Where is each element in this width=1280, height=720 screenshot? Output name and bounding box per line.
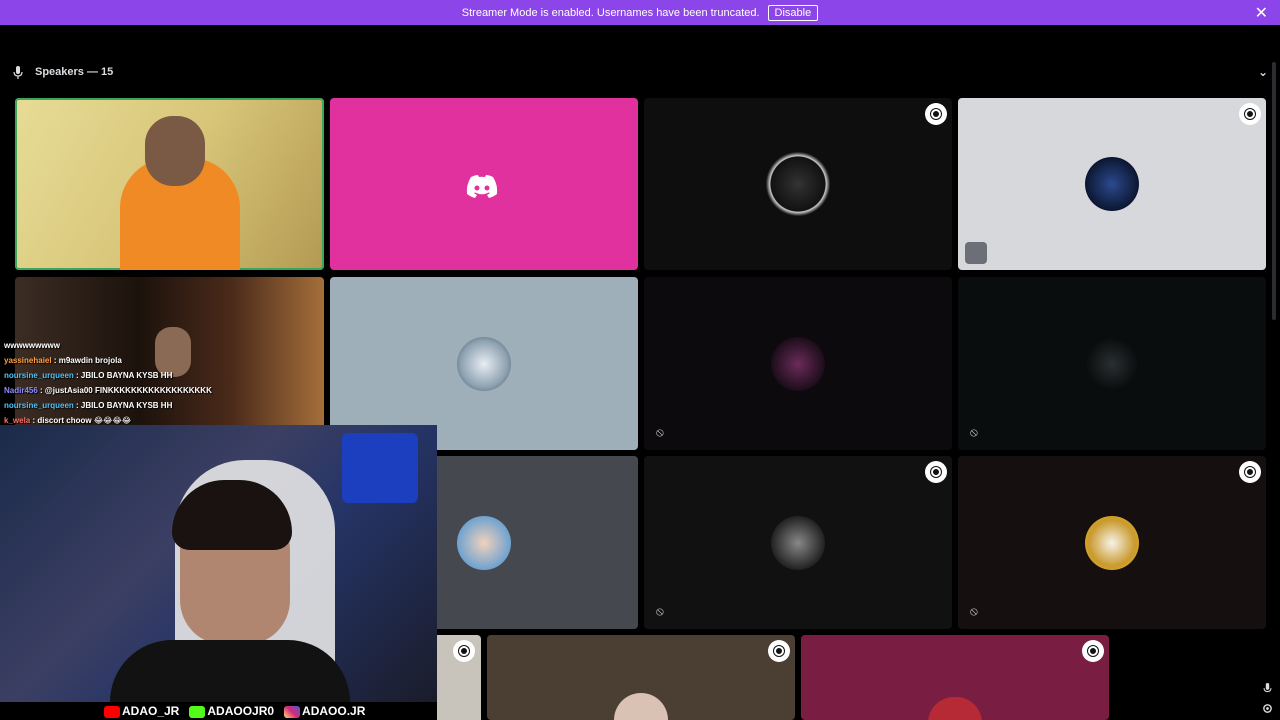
jersey: [342, 433, 418, 503]
muted-icon: ⦸: [970, 425, 978, 439]
chat-message: : JBILO BAYNA KYSB HH: [76, 371, 173, 380]
chat-username: noursine_urqueen: [4, 371, 74, 380]
tile-goodnight-avatar[interactable]: [958, 98, 1266, 270]
avatar: [1085, 515, 1139, 570]
social-handles: ADAO_JR ADAOOJR0 ADAOO.JR: [104, 702, 365, 720]
chat-username: noursine_urqueen: [4, 401, 74, 410]
muted-icon: ⦸: [656, 425, 664, 439]
avatar: [614, 693, 668, 720]
chat-line: noursine_urqueen : JBILO BAYNA KYSB HH: [0, 398, 330, 413]
tile-spiderweb-avatar[interactable]: [644, 98, 952, 270]
chat-username: yassinehaiel: [4, 356, 52, 365]
discord-logo-icon: [466, 175, 498, 198]
speakers-header: Speakers — 15 ⌄: [0, 62, 1280, 84]
tile-football-avatar[interactable]: ⦸: [958, 456, 1266, 629]
disable-streamer-mode-button[interactable]: Disable: [767, 4, 819, 21]
avatar: [771, 336, 825, 391]
camera-hidden-icon[interactable]: [965, 242, 987, 264]
muted-icon: ⦸: [970, 604, 978, 618]
microphone-icon: [13, 66, 23, 79]
stream-chat-overlay: wwwwwwwww yassinehaiel : m9awdin brojola…: [0, 338, 330, 428]
speakers-title: Speakers — 15: [35, 66, 114, 78]
chat-message: : discort choow 😂😂😂😂: [32, 416, 132, 425]
streamer-webcam-overlay: [0, 425, 437, 702]
microphone-icon[interactable]: [1263, 683, 1272, 695]
server-badge-icon: [453, 640, 475, 662]
chat-line: yassinehaiel : m9awdin brojola: [0, 353, 330, 368]
tile-night-avatar[interactable]: ⦸: [644, 277, 952, 450]
instagram-handle: ADAOO.JR: [284, 704, 365, 718]
tile-partial-left[interactable]: [437, 635, 481, 720]
avatar: [928, 697, 982, 720]
chat-line: noursine_urqueen : JBILO BAYNA KYSB HH: [0, 368, 330, 383]
avatar: [1085, 336, 1139, 391]
chat-line: wwwwwwwww: [0, 338, 330, 353]
chat-message: : JBILO BAYNA KYSB HH: [76, 401, 173, 410]
streamer-mode-banner: Streamer Mode is enabled. Usernames have…: [0, 0, 1280, 25]
instagram-handle-text: ADAOO.JR: [302, 704, 366, 718]
server-badge-icon: [925, 103, 947, 125]
server-badge-icon: [1082, 640, 1104, 662]
avatar: [771, 515, 825, 570]
chat-username: k_wela: [4, 416, 31, 425]
muted-icon: ⦸: [656, 604, 664, 618]
video-feed-head: [145, 116, 205, 186]
avatar: [1085, 157, 1139, 211]
avatar: [766, 152, 830, 216]
chat-line: Nadir456 : @justAsia00 FINKKKKKKKKKKKKKK…: [0, 383, 330, 398]
chat-username: Nadir456: [4, 386, 38, 395]
server-badge-icon: [1239, 461, 1261, 483]
kick-handle-text: ADAOOJR0: [207, 704, 275, 718]
chat-message: : m9awdin brojola: [53, 356, 122, 365]
instagram-icon: [284, 705, 301, 718]
person-body: [110, 640, 350, 702]
chat-message: wwwwwwwww: [4, 341, 61, 350]
tile-webcam-streamer[interactable]: [15, 98, 324, 270]
youtube-handle-text: ADAO_JR: [122, 704, 180, 718]
scrollbar[interactable]: [1272, 62, 1276, 320]
tile-mav-avatar[interactable]: ⦸: [958, 277, 1266, 450]
avatar: [457, 336, 511, 391]
kick-handle: ADAOOJR0: [189, 704, 274, 718]
close-icon[interactable]: ✕: [1255, 3, 1268, 23]
tile-discord-default[interactable]: [330, 98, 638, 270]
avatar: [457, 515, 511, 570]
chat-message: : @justAsia00 FINKKKKKKKKKKKKKKKKKK: [40, 386, 212, 395]
server-badge-icon: [925, 461, 947, 483]
tile-maroon-avatar[interactable]: [801, 635, 1109, 720]
youtube-icon: [104, 705, 120, 718]
chevron-down-icon[interactable]: ⌄: [1258, 65, 1268, 79]
tile-bw-avatar[interactable]: ⦸: [644, 456, 952, 629]
server-badge-icon: [1239, 103, 1261, 125]
youtube-handle: ADAO_JR: [104, 704, 179, 718]
server-badge-icon: [768, 640, 790, 662]
kick-icon: [189, 705, 206, 718]
settings-icon[interactable]: [1262, 703, 1273, 714]
banner-message: Streamer Mode is enabled. Usernames have…: [461, 6, 760, 19]
tile-couple-avatar[interactable]: [487, 635, 795, 720]
